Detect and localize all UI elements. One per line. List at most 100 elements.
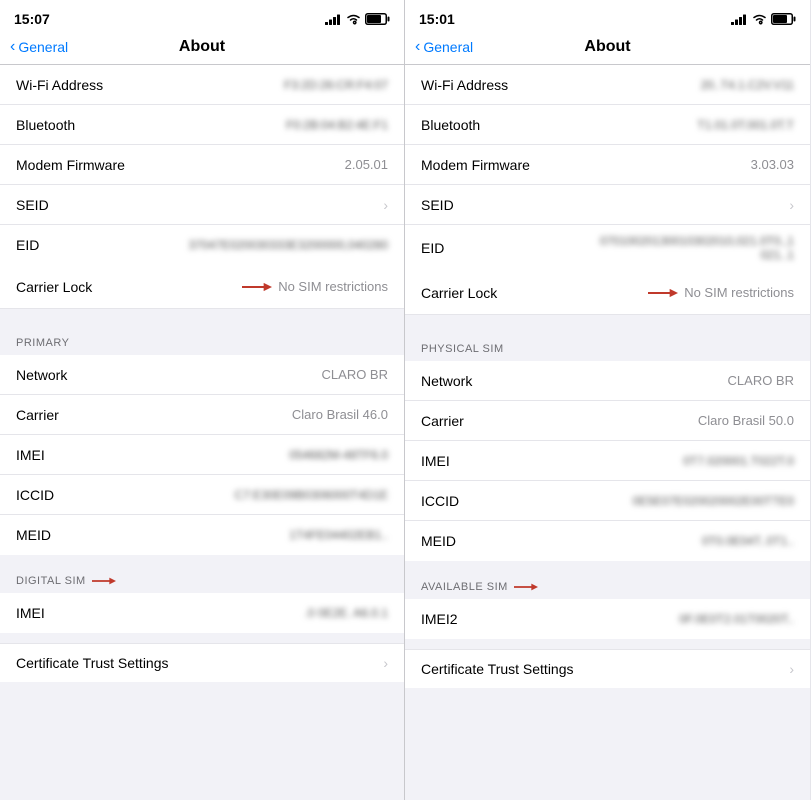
phone-panel-left: 15:07 ‹ General About Wi: [0, 0, 405, 800]
cert-chevron-icon: ›: [383, 655, 388, 671]
settings-row: Network CLARO BR: [405, 361, 810, 401]
row-label: Modem Firmware: [421, 157, 530, 173]
no-sim-text: No SIM restrictions: [684, 285, 794, 300]
row-label: Bluetooth: [16, 117, 75, 133]
nav-back-label[interactable]: General: [18, 39, 68, 55]
row-label: IMEI: [16, 605, 45, 621]
nav-back-label[interactable]: General: [423, 39, 473, 55]
signal-icon: [325, 13, 342, 25]
row-value-blurred: 0T7.020001.T022T.0: [683, 454, 794, 468]
row-label: Bluetooth: [421, 117, 480, 133]
settings-row: IMEI2 0F.0E0T2.01T0020T..: [405, 599, 810, 639]
row-value-blurred: 0T0.0E04T..0T1..: [702, 534, 794, 548]
row-value: CLARO BR: [322, 367, 388, 382]
row-label: IMEI: [421, 453, 450, 469]
carrier-lock-row: Carrier Lock No SIM restrictions: [405, 271, 810, 315]
section-spacer-2: [0, 555, 404, 565]
status-time: 15:07: [14, 11, 50, 27]
row-label: Network: [421, 373, 472, 389]
nav-bar: ‹ General About: [0, 34, 404, 65]
primary-rows-group: Network CLARO BR Carrier Claro Brasil 46…: [0, 355, 404, 555]
chevron-icon: ›: [383, 197, 388, 213]
settings-row-seid[interactable]: SEID ›: [0, 185, 404, 225]
settings-row-seid[interactable]: SEID ›: [405, 185, 810, 225]
carrier-lock-row: Carrier Lock No SIM restrictions: [0, 265, 404, 309]
primary-rows-group: Network CLARO BR Carrier Claro Brasil 50…: [405, 361, 810, 561]
section-spacer-2: [405, 561, 810, 571]
row-label: IMEI2: [421, 611, 458, 627]
status-time: 15:01: [419, 11, 455, 27]
row-value: Claro Brasil 50.0: [698, 413, 794, 428]
carrier-lock-label: Carrier Lock: [16, 279, 92, 295]
section-primary-header: PHYSICAL SIM: [405, 325, 810, 361]
nav-back-button[interactable]: ‹ General: [10, 38, 68, 56]
row-value-blurred: 0F.0E0T2.01T0020T..: [679, 612, 794, 626]
carrier-red-arrow: [648, 285, 678, 301]
settings-row: EID 37047E020030333E3200000,040280: [0, 225, 404, 265]
section-digital-label: AVAILABLE SIM: [421, 581, 508, 593]
row-label: SEID: [421, 197, 454, 213]
status-bar: 15:07: [0, 0, 404, 34]
cert-trust-row[interactable]: Certificate Trust Settings ›: [405, 649, 810, 688]
battery-icon: [365, 13, 390, 25]
cert-trust-row[interactable]: Certificate Trust Settings ›: [0, 643, 404, 682]
nav-bar: ‹ General About: [405, 34, 810, 65]
nav-title: About: [584, 38, 630, 56]
row-label: ICCID: [421, 493, 459, 509]
row-value-blurred: T1.01.0T.001.0T.T: [697, 118, 794, 132]
settings-row: Modem Firmware 3.03.03: [405, 145, 810, 185]
row-value: Claro Brasil 46.0: [292, 407, 388, 422]
row-value-blurred: 07010020130010302010,021.0T0.,1021..1: [594, 234, 794, 262]
section-spacer-3: [0, 633, 404, 643]
section-spacer: [0, 309, 404, 319]
cert-trust-label: Certificate Trust Settings: [16, 655, 169, 671]
carrier-lock-label: Carrier Lock: [421, 285, 497, 301]
row-value-blurred: 054682M-48TF6.0: [289, 448, 388, 462]
row-label: MEID: [16, 527, 51, 543]
settings-row: EID 07010020130010302010,021.0T0.,1021..…: [405, 225, 810, 271]
row-value-blurred: 0E5E07E020020002E00TTE0: [633, 494, 794, 508]
top-rows-group: Wi-Fi Address 20..T4.1.C2V.V11 Bluetooth…: [405, 65, 810, 271]
chevron-icon: ›: [789, 197, 794, 213]
carrier-red-arrow: [242, 279, 272, 295]
nav-back-button[interactable]: ‹ General: [415, 38, 473, 56]
row-label: EID: [16, 237, 39, 253]
settings-row: Modem Firmware 2.05.01: [0, 145, 404, 185]
row-value-blurred: 20..T4.1.C2V.V11: [701, 78, 794, 92]
section-spacer-3: [405, 639, 810, 649]
section-red-arrow: [514, 581, 538, 593]
nav-title: About: [179, 38, 225, 56]
settings-row: Wi-Fi Address F3:2D:26:CR:F4:07: [0, 65, 404, 105]
row-value: 3.03.03: [751, 157, 794, 172]
settings-row: Bluetooth T1.01.0T.001.0T.T: [405, 105, 810, 145]
carrier-arrow-container: No SIM restrictions: [242, 279, 388, 295]
row-value-blurred: .0 0E2E. A6.0.1: [305, 606, 388, 620]
status-icons: [325, 13, 390, 25]
section-digital-label: DIGITAL SIM: [16, 575, 86, 587]
red-arrow-icon: [242, 279, 272, 295]
back-chevron-icon: ‹: [415, 38, 420, 56]
row-value: 2.05.01: [345, 157, 388, 172]
status-icons: [731, 13, 796, 25]
settings-row: Network CLARO BR: [0, 355, 404, 395]
settings-row: Carrier Claro Brasil 46.0: [0, 395, 404, 435]
row-value-blurred: 37047E020030333E3200000,040280: [188, 238, 388, 252]
row-value: CLARO BR: [728, 373, 794, 388]
row-label: IMEI: [16, 447, 45, 463]
settings-row: IMEI 0T7.020001.T022T.0: [405, 441, 810, 481]
row-label: Wi-Fi Address: [16, 77, 103, 93]
section-digital-header: AVAILABLE SIM: [405, 571, 810, 599]
row-value-blurred: 1T4FE04402EB1..: [289, 528, 388, 542]
red-arrow-icon: [514, 581, 538, 593]
settings-row: IMEI .0 0E2E. A6.0.1: [0, 593, 404, 633]
settings-row: Carrier Claro Brasil 50.0: [405, 401, 810, 441]
cert-chevron-icon: ›: [789, 661, 794, 677]
phone-panel-right: 15:01 ‹ General About Wi: [405, 0, 810, 800]
wifi-icon: [752, 14, 767, 25]
settings-row: MEID 0T0.0E04T..0T1..: [405, 521, 810, 561]
row-label: Wi-Fi Address: [421, 77, 508, 93]
row-label: EID: [421, 240, 444, 256]
signal-icon: [731, 13, 748, 25]
row-label: Carrier: [16, 407, 59, 423]
row-label: MEID: [421, 533, 456, 549]
